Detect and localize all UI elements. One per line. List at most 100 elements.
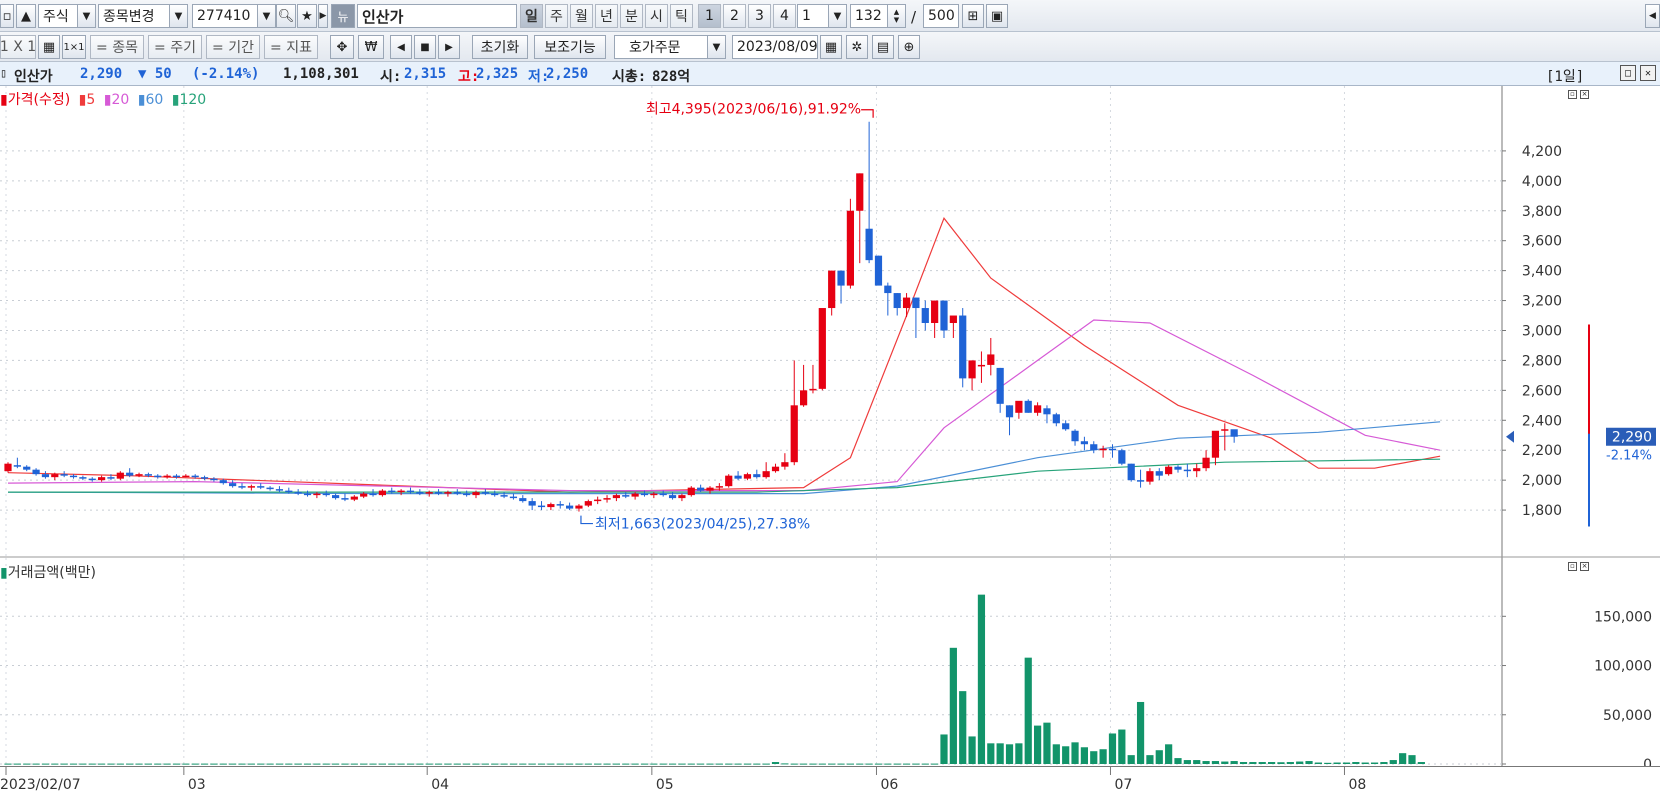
price-chart-panel[interactable]: 1,800 2,000 2,200 2,400 2,600 2,800 3,000 3,200… [0, 86, 1660, 558]
layout-button[interactable]: 1 X 1 [0, 35, 36, 59]
count-value: 132 [855, 8, 882, 24]
volume-chart[interactable]: 0 50,000 100,000 150,000 [0, 558, 1660, 773]
indicator-filter-button[interactable]: = 기간 [206, 35, 260, 59]
stock-code-value: 277410 [197, 8, 251, 24]
period-button[interactable]: 년 [595, 4, 618, 28]
volume-bar [668, 763, 677, 765]
candle-body [13, 465, 21, 467]
reset-button[interactable]: 초기화 [472, 35, 528, 59]
window-menu-icon[interactable]: ▫ [0, 4, 14, 28]
chevron-down-icon: ▼ [707, 36, 725, 58]
period-button[interactable]: 일 [520, 4, 543, 28]
volume-bar [781, 763, 789, 765]
volume-bar [809, 763, 817, 765]
export-icon[interactable]: ▤ [872, 35, 894, 59]
period-button[interactable]: 분 [620, 4, 643, 28]
interval-number-button[interactable]: 4 [773, 4, 796, 28]
info-mcap: 828억 [652, 69, 691, 85]
interval-number-button[interactable]: 2 [723, 4, 746, 28]
chevron-right-icon[interactable]: ▶ [318, 4, 328, 28]
interval-select[interactable]: 1 ▼ [797, 4, 847, 28]
period-button[interactable]: 시 [645, 4, 668, 28]
volume-bar [182, 763, 190, 765]
scroll-right-icon[interactable]: ▶ [438, 35, 460, 59]
order-select[interactable]: 호가주문 ▼ [614, 35, 726, 59]
market-select-value: 주식 [43, 9, 69, 25]
candle-body [1193, 468, 1201, 472]
period-button[interactable]: 월 [570, 4, 593, 28]
maximize-icon[interactable]: □ [1620, 65, 1636, 81]
single-layout-icon[interactable]: 1×1 [62, 35, 86, 59]
candle-body [996, 367, 1004, 404]
stock-code-input[interactable]: 277410 ▼ [192, 4, 276, 28]
panel-close-icon[interactable]: × [1580, 562, 1589, 571]
candle-body [603, 498, 611, 500]
candle-body [172, 475, 181, 478]
candle-body [1090, 444, 1098, 451]
news-icon[interactable]: 뉴 [331, 4, 355, 28]
volume-bar [1361, 762, 1369, 764]
date-input[interactable]: 2023/08/09 [732, 35, 818, 59]
search-icon[interactable]: 🔍︎ [276, 4, 296, 28]
volume-bar [1034, 725, 1042, 764]
reset-label: 초기화 [480, 40, 520, 56]
interval-select-value: 1 [802, 8, 811, 24]
candle-body [1174, 466, 1182, 470]
candle-body [107, 477, 115, 479]
volume-bar [893, 763, 901, 765]
candle-body [1005, 405, 1014, 418]
volume-bar [463, 763, 471, 765]
indicator-filter-button[interactable]: = 지표 [264, 35, 318, 59]
volume-bar [1090, 751, 1098, 764]
candle-body [959, 315, 967, 379]
interval-number-button[interactable]: 3 [748, 4, 771, 28]
add-chart-icon[interactable]: ⊞ [962, 4, 984, 28]
candle-body [397, 490, 405, 493]
tool-icon[interactable]: ⊕ [898, 35, 920, 59]
save-icon[interactable]: ▣ [986, 4, 1008, 28]
volume-chart-panel[interactable]: 0 50,000 100,000 150,000 ▮거래금액(백만) ▫ × [0, 558, 1660, 773]
star-icon[interactable]: ★ [297, 4, 317, 28]
legend-ma120-label: 120 [179, 92, 207, 108]
candle-body [706, 487, 714, 491]
indicator-filter-button[interactable]: = 주기 [148, 35, 202, 59]
period-button[interactable]: 틱 [670, 4, 693, 28]
settings-icon[interactable]: ✲ [846, 35, 868, 59]
candle-body [481, 492, 489, 494]
volume-bar [294, 763, 302, 765]
close-icon[interactable]: ✕ [1640, 65, 1656, 81]
grid-icon[interactable]: ▦ [38, 35, 60, 59]
price-chart[interactable]: 1,800 2,000 2,200 2,400 2,600 2,800 3,000 3,200… [0, 86, 1660, 558]
move-icon[interactable]: ✥ [330, 35, 354, 59]
aux-function-button[interactable]: 보조기능 [534, 35, 606, 59]
won-icon[interactable]: ₩ [358, 35, 384, 59]
info-open-label: 시: [380, 69, 402, 85]
stop-icon[interactable]: ■ [414, 35, 436, 59]
scroll-left-icon[interactable]: ◀ [390, 35, 412, 59]
max-count-field[interactable]: 500 [923, 4, 959, 28]
interval-number-button[interactable]: 1 [698, 4, 721, 28]
indicator-filter-button[interactable]: = 종목 [90, 35, 144, 59]
panel-minimize-icon[interactable]: ▫ [1568, 90, 1577, 99]
count-stepper[interactable]: 132 ▲ ▼ [850, 4, 906, 28]
market-select[interactable]: 주식 ▼ [38, 4, 96, 28]
candle-body [734, 475, 742, 479]
change-stock-select[interactable]: 종목변경 ▼ [98, 4, 188, 28]
panel-minimize-icon[interactable]: ▫ [1568, 562, 1577, 571]
candle-body [668, 495, 677, 499]
volume-bar [715, 763, 723, 765]
candle-body [622, 495, 630, 497]
date-tick-label: 07 [1114, 777, 1132, 793]
expand-icon[interactable]: ◀ [1645, 4, 1660, 28]
period-button[interactable]: 주 [545, 4, 568, 28]
panel-close-icon[interactable]: × [1580, 90, 1589, 99]
chevron-up-icon[interactable]: ▲ [16, 4, 36, 28]
candle-body [191, 475, 199, 478]
volume-bar [369, 763, 377, 765]
volume-bar [1155, 750, 1163, 764]
calendar-icon[interactable]: ▦ [820, 35, 842, 59]
candle-body [856, 173, 864, 211]
change-stock-label: 종목변경 [103, 9, 155, 25]
price-tick-label: 3,600 [1522, 234, 1562, 250]
candle-body [771, 466, 780, 472]
